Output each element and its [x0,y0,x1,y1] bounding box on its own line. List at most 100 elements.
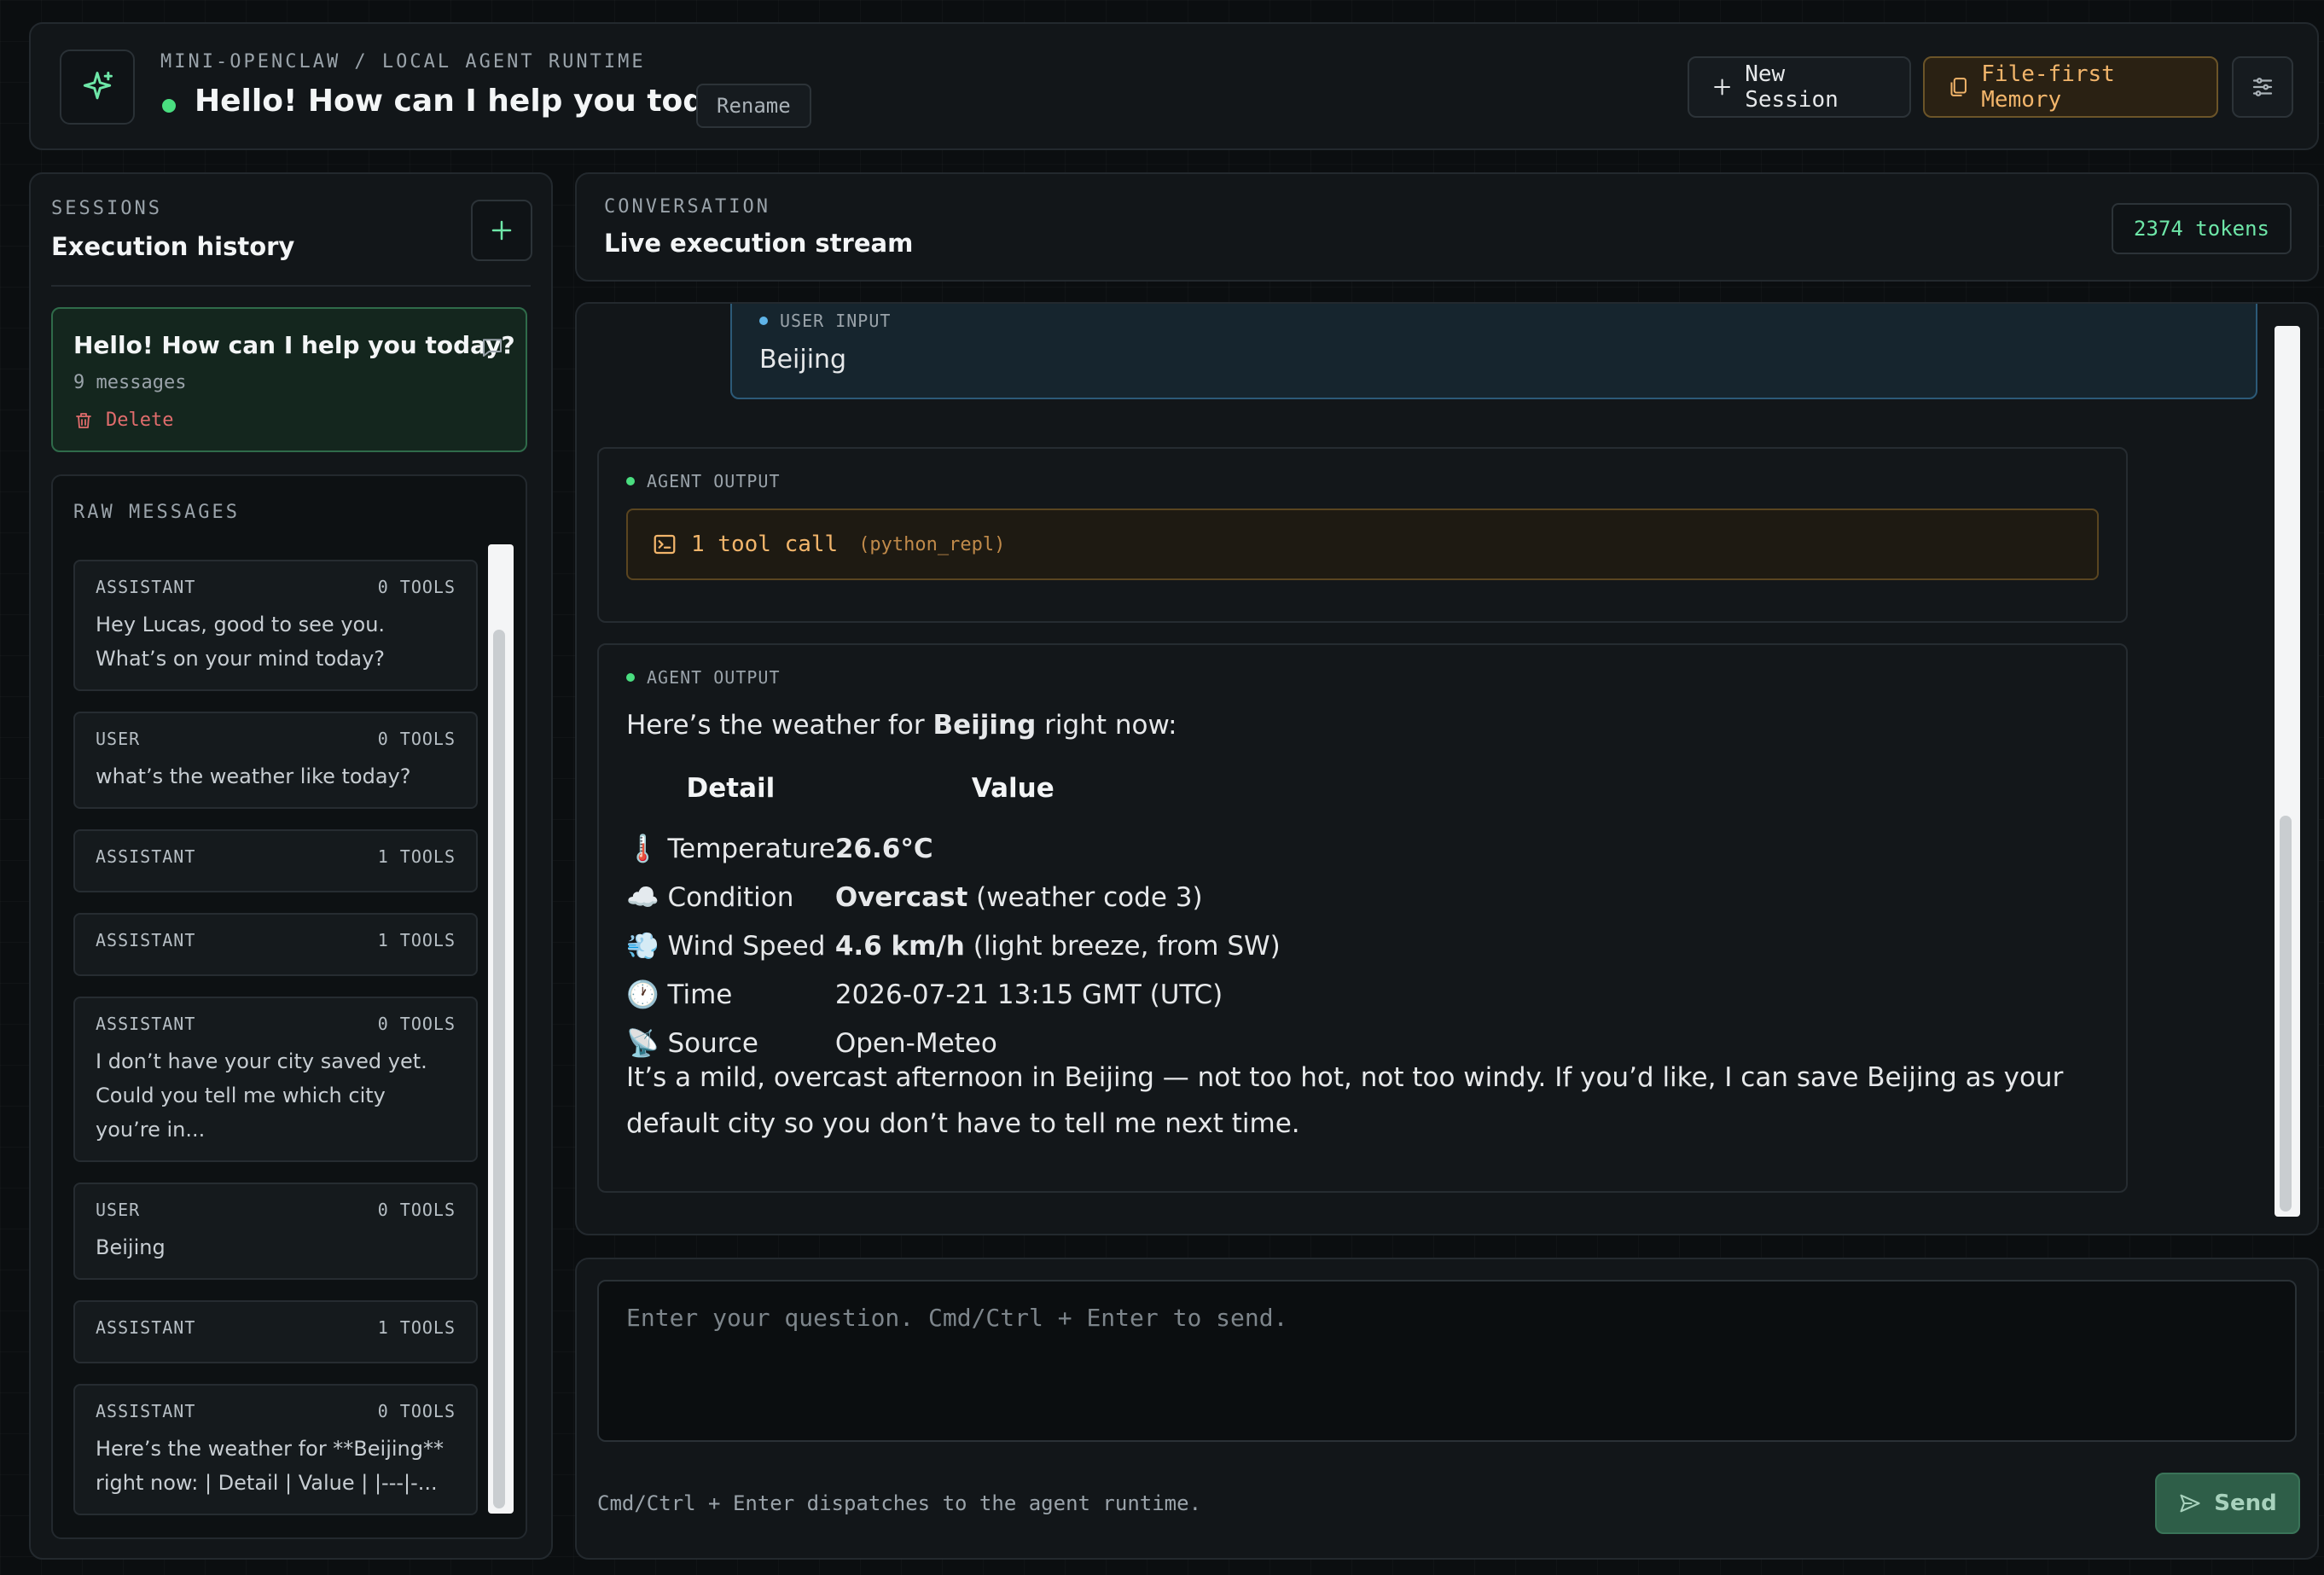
clock-icon: 🕐 [626,979,659,1010]
thermometer-icon: 🌡️ [626,834,659,864]
composer: Cmd/Ctrl + Enter dispatches to the agent… [575,1258,2319,1560]
sessions-eyebrow: SESSIONS [51,198,162,219]
raw-message-item[interactable]: ASSISTANT 0 TOOLS I don’t have your city … [73,997,478,1162]
table-header: Value [971,773,1055,804]
stream-scrollbar-thumb[interactable] [2280,816,2292,1212]
terminal-icon [654,534,676,555]
sessions-title: Execution history [51,232,295,261]
status-dot [162,99,176,113]
tool-call-name: (python_repl) [858,533,1006,555]
raw-tools: 1 TOOLS [377,930,456,950]
detail-value: (light breeze, from SW) [964,930,1281,962]
file-memory-button[interactable]: File-first Memory [1923,56,2218,118]
detail-value: (weather code 3) [967,881,1203,913]
conversation-eyebrow: CONVERSATION [604,196,770,218]
detail-value-bold: 4.6 km/h [834,930,965,962]
raw-tools: 0 TOOLS [377,1200,456,1220]
send-icon [2180,1494,2200,1513]
app-eyebrow: MINI-OPENCLAW / LOCAL AGENT RUNTIME [160,51,646,73]
divider [51,285,531,287]
raw-role: ASSISTANT [96,1317,196,1338]
page-title: Hello! How can I help you today? [195,84,763,119]
raw-message-item[interactable]: ASSISTANT 0 TOOLS Hey Lucas, good to see … [73,560,478,691]
sessions-sidebar: SESSIONS Execution history Hello! How ca… [29,172,553,1560]
token-count-badge: 2374 tokens [2112,203,2292,254]
logo [60,49,135,125]
agent-output-answer: AGENT OUTPUT Here’s the weather for Beij… [597,643,2128,1193]
chat-bubble-icon [483,339,502,357]
app-header: MINI-OPENCLAW / LOCAL AGENT RUNTIME Hell… [29,22,2319,150]
delete-label: Delete [106,410,174,431]
delete-session-button[interactable]: Delete [73,410,173,431]
tool-call-count: 1 tool call [691,532,839,557]
send-label: Send [2214,1491,2277,1516]
agent-output-label: AGENT OUTPUT [647,667,781,688]
raw-tools: 1 TOOLS [377,1317,456,1338]
detail-value: 2026-07-21 13:15 GMT (UTC) [834,979,1223,1010]
table-row: 🌡️ Temperature 26.6°C [626,824,1281,873]
raw-role: ASSISTANT [96,1014,196,1034]
agent-output-tag: AGENT OUTPUT [626,471,781,491]
raw-message-item[interactable]: ASSISTANT 1 TOOLS [73,913,478,976]
detail-label: Wind Speed [667,931,826,962]
detail-value-bold: Overcast [834,881,968,913]
raw-messages-panel: RAW MESSAGES ASSISTANT 0 TOOLS Hey Lucas,… [51,474,527,1539]
raw-message-item[interactable]: USER 0 TOOLS Beijing [73,1183,478,1280]
add-session-button[interactable] [471,200,532,261]
raw-message-item[interactable]: ASSISTANT 1 TOOLS [73,829,478,892]
raw-tools: 0 TOOLS [377,1014,456,1034]
raw-message-item[interactable]: ASSISTANT 1 TOOLS [73,1300,478,1363]
rename-button[interactable]: Rename [696,84,811,128]
raw-scrollbar-thumb[interactable] [493,630,505,1508]
raw-message-item[interactable]: ASSISTANT 0 TOOLS Here’s the weather for … [73,1384,478,1515]
agent-output-tag: AGENT OUTPUT [626,667,781,688]
intro-text: Here’s the weather for [626,710,933,741]
detail-label: Time [667,979,733,1010]
raw-text: I don’t have your city saved yet. Could … [96,1049,427,1142]
agent-dot [626,477,635,485]
conversation-header: CONVERSATION Live execution stream 2374 … [575,172,2319,282]
tool-call-strip[interactable]: 1 tool call (python_repl) [626,509,2099,580]
user-input-label: USER INPUT [780,311,892,331]
raw-tools: 0 TOOLS [377,577,456,597]
send-button[interactable]: Send [2155,1473,2300,1534]
table-header: Detail [686,773,776,804]
raw-message-item[interactable]: USER 0 TOOLS what’s the weather like toda… [73,712,478,809]
raw-text: Here’s the weather for **Beijing** right… [96,1437,444,1495]
agent-output-tool: AGENT OUTPUT 1 tool call (python_repl) [597,447,2128,623]
new-session-label: New Session [1745,61,1839,113]
question-input[interactable] [597,1280,2297,1442]
session-title: Hello! How can I help you today? [73,331,515,359]
answer-closing: It’s a mild, overcast afternoon in Beiji… [626,1062,2064,1139]
sparkle-icon [83,72,113,100]
answer-intro: Here’s the weather for Beijing right now… [626,710,1177,741]
files-icon [1950,78,1967,96]
conversation-title: Live execution stream [604,229,914,258]
sliders-icon [2252,78,2273,96]
cloud-icon: ☁️ [626,882,659,913]
session-card-active[interactable]: Hello! How can I help you today? 9 messa… [51,307,527,452]
raw-role: USER [96,729,141,749]
raw-text: Beijing [96,1235,166,1259]
detail-value-bold: 26.6°C [834,833,933,864]
wind-icon: 💨 [626,931,659,962]
table-row: 💨 Wind Speed 4.6 km/h (light breeze, fro… [626,921,1281,970]
raw-role: USER [96,1200,141,1220]
detail-label: Temperature [667,834,835,864]
session-message-count: 9 messages [73,372,187,393]
file-memory-label: File-first Memory [1981,61,2115,113]
detail-label: Condition [667,882,794,913]
table-row: 🕐 Time 2026-07-21 13:15 GMT (UTC) [626,970,1281,1019]
settings-button[interactable] [2232,56,2293,118]
new-session-button[interactable]: New Session [1688,56,1911,118]
raw-tools: 0 TOOLS [377,1401,456,1421]
intro-text-end: right now: [1036,710,1177,741]
table-row: ☁️ Condition Overcast (weather code 3) [626,873,1281,921]
plus-icon [491,220,512,241]
user-input-tag: USER INPUT [759,311,891,331]
agent-dot [626,673,635,682]
plus-icon [1714,78,1731,96]
user-dot [759,317,768,325]
user-message: USER INPUT Beijing [730,304,2257,399]
raw-text: Hey Lucas, good to see you. What’s on yo… [96,613,386,671]
